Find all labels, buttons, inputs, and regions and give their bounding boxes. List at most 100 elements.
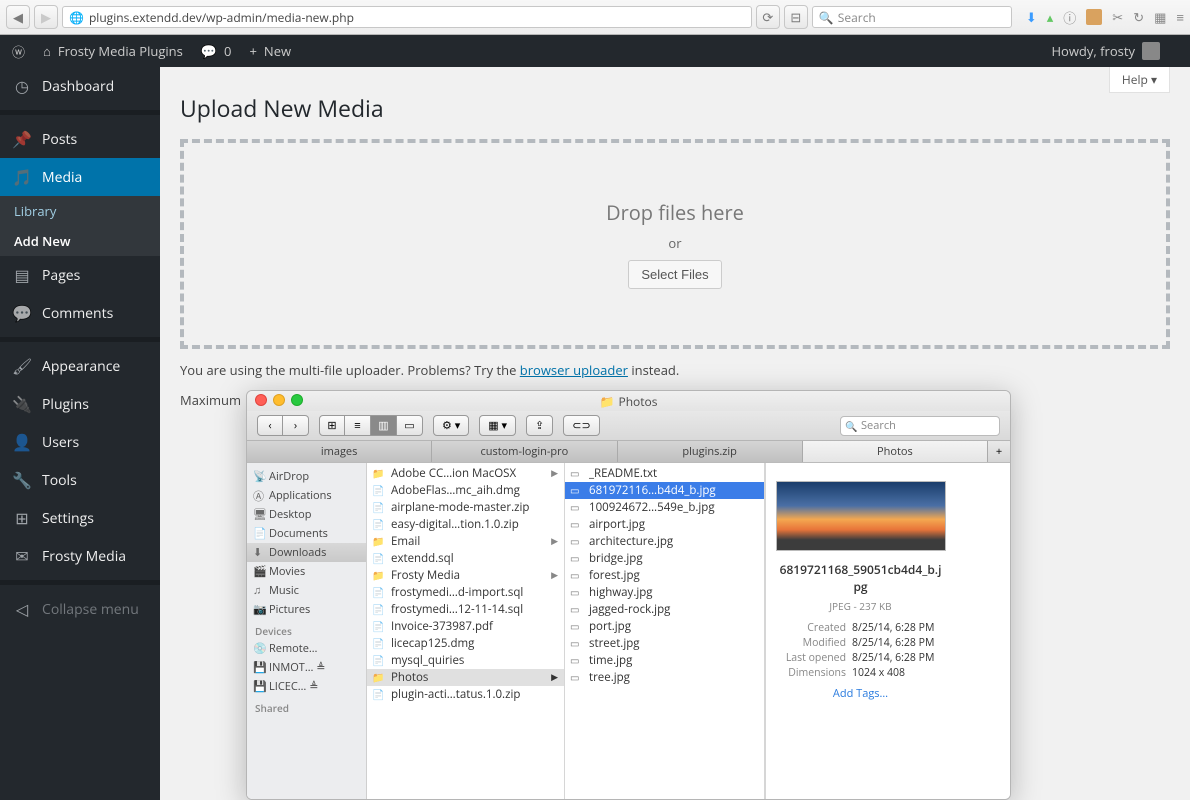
file-row[interactable]: 📁Email▶ [367, 533, 564, 550]
info-icon[interactable]: ⓘ [1063, 8, 1076, 27]
file-row[interactable]: 📄frostymedi…12-11-14.sql [367, 601, 564, 618]
sb-movies[interactable]: 🎬Movies [247, 562, 366, 581]
file-row[interactable]: ▭airport.jpg [565, 516, 764, 533]
menu-icon[interactable]: ≡ [1176, 8, 1184, 26]
sb-airdrop[interactable]: 📡AirDrop [247, 467, 366, 486]
tab-images[interactable]: images [247, 441, 432, 462]
home-icon[interactable]: ▴ [1047, 8, 1054, 26]
icon-view[interactable]: ⊞ [319, 415, 345, 436]
arrange-button[interactable]: ▦ ▾ [479, 415, 516, 436]
tab-plugins-zip[interactable]: plugins.zip [618, 441, 803, 462]
reload-button[interactable]: ⟳ [756, 5, 780, 29]
zoom-button[interactable] [291, 394, 303, 406]
sb-inmot[interactable]: 💾INMOT… ≜ [247, 658, 366, 677]
sidebar-item-frosty[interactable]: ✉Frosty Media [0, 537, 160, 575]
reader-button[interactable]: ⊟ [784, 5, 808, 29]
sidebar-item-users[interactable]: 👤Users [0, 423, 160, 461]
sb-downloads[interactable]: ⬇Downloads [247, 543, 366, 562]
sb-applications[interactable]: ⒶApplications [247, 486, 366, 505]
file-row[interactable]: ▭time.jpg [565, 652, 764, 669]
back-button[interactable]: ‹ [257, 415, 283, 436]
sidebar-item-comments[interactable]: 💬Comments [0, 294, 160, 332]
browser-uploader-link[interactable]: browser uploader [520, 361, 628, 379]
finder-titlebar[interactable]: 📁 Photos [247, 391, 1010, 411]
sb-licec[interactable]: 💾LICEC… ≜ [247, 677, 366, 696]
sidebar-item-pages[interactable]: ▤Pages [0, 256, 160, 294]
crop-icon[interactable]: ✂ [1112, 8, 1123, 26]
sb-pictures[interactable]: 📷Pictures [247, 600, 366, 619]
column-view[interactable]: ▥ [371, 415, 397, 436]
download-icon[interactable]: ⬇ [1026, 8, 1037, 26]
file-name: frostymedi…12-11-14.sql [391, 602, 523, 617]
file-row[interactable]: 📄easy-digital…tion.1.0.zip [367, 516, 564, 533]
file-row[interactable]: ▭highway.jpg [565, 584, 764, 601]
wp-logo[interactable]: ⓦ [12, 42, 25, 61]
add-tags-link[interactable]: Add Tags… [776, 686, 945, 701]
file-row[interactable]: ▭tree.jpg [565, 669, 764, 686]
file-row[interactable]: 📄extendd.sql [367, 550, 564, 567]
collapse-menu[interactable]: ◁Collapse menu [0, 590, 160, 628]
share-button[interactable]: ⇪ [526, 415, 553, 436]
file-row[interactable]: ▭port.jpg [565, 618, 764, 635]
sb-remote[interactable]: 💿Remote… [247, 639, 366, 658]
file-row[interactable]: ▭jagged-rock.jpg [565, 601, 764, 618]
sidebar-item-media[interactable]: 🎵Media [0, 158, 160, 196]
tags-button[interactable]: ⊂⊃ [563, 415, 599, 436]
sb-documents[interactable]: 📄Documents [247, 524, 366, 543]
file-row[interactable]: ▭100924672…549e_b.jpg [565, 499, 764, 516]
file-row[interactable]: 📄mysql_quiries [367, 652, 564, 669]
tab-photos[interactable]: Photos [803, 441, 988, 462]
file-name: forest.jpg [589, 568, 640, 583]
select-files-button[interactable]: Select Files [628, 260, 721, 289]
file-row[interactable]: 📄Invoice-373987.pdf [367, 618, 564, 635]
ext1-icon[interactable] [1086, 9, 1102, 25]
file-row[interactable]: 📄plugin-acti…tatus.1.0.zip [367, 686, 564, 703]
sidebar-item-settings[interactable]: ⊞Settings [0, 499, 160, 537]
file-row[interactable]: ▭architecture.jpg [565, 533, 764, 550]
grid-icon[interactable]: ▦ [1154, 8, 1166, 26]
sidebar-item-dashboard[interactable]: ◷Dashboard [0, 67, 160, 105]
file-row[interactable]: 📄frostymedi…d-import.sql [367, 584, 564, 601]
howdy-link[interactable]: Howdy, frosty [1051, 42, 1160, 60]
tools-icon: 🔧 [12, 469, 32, 491]
file-row[interactable]: 📄licecap125.dmg [367, 635, 564, 652]
address-bar[interactable]: 🌐 plugins.extendd.dev/wp-admin/media-new… [62, 6, 752, 28]
file-row[interactable]: 📄airplane-mode-master.zip [367, 499, 564, 516]
close-button[interactable] [255, 394, 267, 406]
browser-chrome: ◀ ▶ 🌐 plugins.extendd.dev/wp-admin/media… [0, 0, 1190, 35]
file-row[interactable]: 📁Photos▶ [367, 669, 564, 686]
submenu-library[interactable]: Library [0, 196, 160, 226]
forward-button[interactable]: › [283, 415, 309, 436]
help-tab[interactable]: Help ▾ [1109, 67, 1170, 93]
file-row[interactable]: ▭street.jpg [565, 635, 764, 652]
upload-dropzone[interactable]: Drop files here or Select Files [180, 139, 1170, 349]
sidebar-item-tools[interactable]: 🔧Tools [0, 461, 160, 499]
minimize-button[interactable] [273, 394, 285, 406]
sidebar-item-plugins[interactable]: 🔌Plugins [0, 385, 160, 423]
sidebar-item-appearance[interactable]: 🖌Appearance [0, 347, 160, 385]
file-row[interactable]: 📁Frosty Media▶ [367, 567, 564, 584]
new-link[interactable]: + New [249, 42, 291, 60]
sb-desktop[interactable]: 🖥Desktop [247, 505, 366, 524]
refresh-icon[interactable]: ↻ [1133, 8, 1144, 26]
site-link[interactable]: ⌂ Frosty Media Plugins [43, 42, 183, 60]
file-row[interactable]: ▭_README.txt [565, 465, 764, 482]
comments-link[interactable]: 💬 0 [201, 42, 232, 60]
file-row[interactable]: 📁Adobe CC…ion MacOSX▶ [367, 465, 564, 482]
sb-music[interactable]: ♫Music [247, 581, 366, 600]
sidebar-item-posts[interactable]: 📌Posts [0, 120, 160, 158]
tab-custom-login[interactable]: custom-login-pro [432, 441, 617, 462]
cover-view[interactable]: ▭ [397, 415, 423, 436]
search-field[interactable]: 🔍 Search [812, 6, 1012, 28]
finder-search[interactable]: Search [840, 416, 1000, 436]
file-row[interactable]: ▭681972116…b4d4_b.jpg [565, 482, 764, 499]
file-row[interactable]: ▭bridge.jpg [565, 550, 764, 567]
back-button[interactable]: ◀ [6, 5, 30, 29]
file-row[interactable]: 📄AdobeFlas…mc_aih.dmg [367, 482, 564, 499]
submenu-add-new[interactable]: Add New [0, 226, 160, 256]
tab-add[interactable]: + [988, 441, 1010, 462]
file-name: frostymedi…d-import.sql [391, 585, 523, 600]
list-view[interactable]: ≡ [345, 415, 371, 436]
file-row[interactable]: ▭forest.jpg [565, 567, 764, 584]
action-button[interactable]: ⚙ ▾ [433, 415, 469, 436]
